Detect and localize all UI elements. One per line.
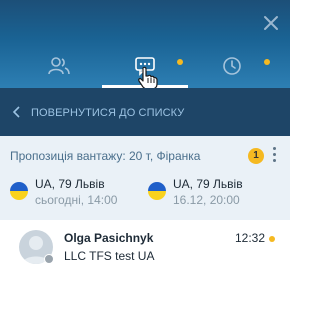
- offline-status-dot: [44, 254, 54, 264]
- ukraine-flag-icon: [10, 182, 28, 200]
- more-options-button[interactable]: [270, 146, 278, 164]
- clock-icon: [223, 57, 241, 75]
- message-time: 12:32: [235, 231, 266, 245]
- unread-dot: [264, 59, 270, 65]
- close-icon: [264, 16, 278, 30]
- more-icon: [272, 147, 276, 150]
- origin-city: UA, 79 Львів: [35, 177, 105, 191]
- back-to-list-label: ПОВЕРНУТИСЯ ДО СПИСКУ: [31, 107, 185, 119]
- users-icon: [48, 57, 70, 75]
- unread-count-badge: 1: [248, 148, 264, 164]
- tab-history[interactable]: [213, 50, 249, 84]
- message-sender: Olga Pasichnyk: [64, 231, 154, 245]
- tab-contacts[interactable]: [40, 50, 76, 84]
- destination-date: 16.12, 20:00: [173, 193, 240, 207]
- ukraine-flag-icon: [148, 182, 166, 200]
- unread-dot: [269, 236, 275, 242]
- chat-header: [0, 0, 290, 90]
- origin-date: сьогодні, 14:00: [35, 193, 118, 207]
- close-button[interactable]: [262, 14, 280, 32]
- destination-city: UA, 79 Львів: [173, 177, 243, 191]
- back-to-list-button[interactable]: ПОВЕРНУТИСЯ ДО СПИСКУ: [0, 88, 290, 136]
- offer-title: Пропозиція вантажу: 20 т, Фіранка: [10, 149, 201, 163]
- message-preview: LLC TFS test UA: [64, 249, 155, 263]
- hand-cursor-icon: [138, 66, 158, 90]
- unread-dot: [177, 59, 183, 65]
- chevron-left-icon: [12, 106, 20, 118]
